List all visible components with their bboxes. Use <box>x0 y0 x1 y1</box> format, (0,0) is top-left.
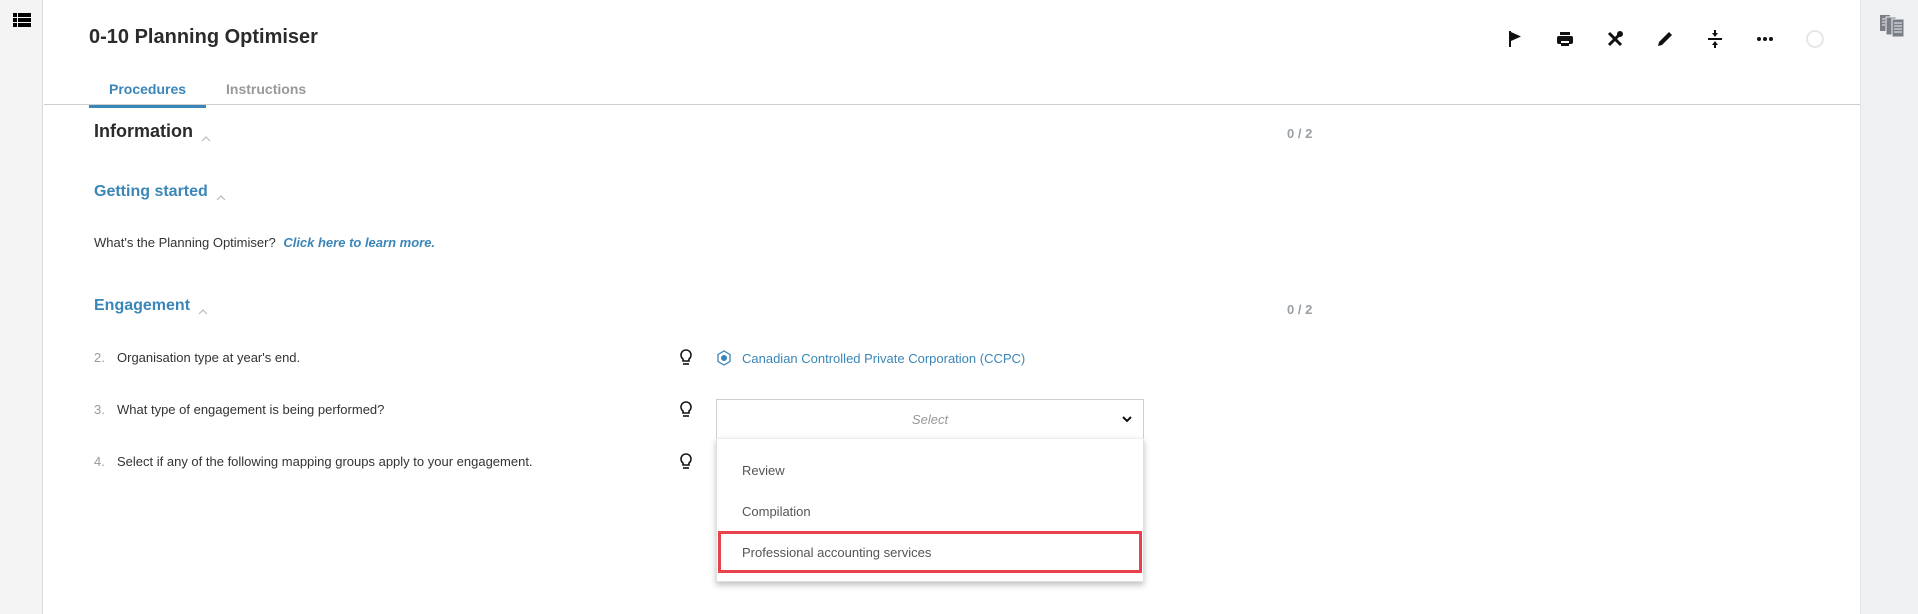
section-information-header[interactable]: Information <box>94 121 211 142</box>
lightbulb-icon[interactable] <box>678 452 694 470</box>
section-engagement-header[interactable]: Engagement <box>94 297 208 315</box>
collapse-icon <box>1708 30 1722 48</box>
right-rail <box>1860 0 1918 614</box>
chevron-up-icon[interactable] <box>201 134 211 142</box>
question-text: Organisation type at year's end. <box>117 350 301 365</box>
flag-button[interactable] <box>1490 26 1540 52</box>
tab-divider <box>44 104 1860 105</box>
select-placeholder: Select <box>911 411 949 427</box>
question-number: 2. <box>94 350 105 365</box>
question-row: 2. Organisation type at year's end. <box>94 350 300 365</box>
documents-icon[interactable] <box>1879 14 1907 38</box>
page-title: 0-10 Planning Optimiser <box>89 26 318 48</box>
more-button[interactable] <box>1740 26 1790 52</box>
status-button[interactable] <box>1790 26 1840 52</box>
engagement-type-select[interactable]: Select <box>716 399 1144 438</box>
dropdown-option-review[interactable]: Review <box>718 449 1142 491</box>
tools-icon <box>1607 31 1623 47</box>
section-counter: 0 / 2 <box>1287 126 1313 141</box>
section-counter: 0 / 2 <box>1287 302 1313 317</box>
lightbulb-icon[interactable] <box>678 400 694 418</box>
toolbar <box>1490 26 1840 52</box>
left-rail <box>0 0 43 614</box>
engagement-type-dropdown: Review Compilation Professional accounti… <box>716 438 1144 582</box>
collapse-button[interactable] <box>1690 26 1740 52</box>
flag-icon <box>1509 31 1521 47</box>
print-button[interactable] <box>1540 26 1590 52</box>
status-circle-icon <box>1806 30 1824 48</box>
ccpc-answer[interactable]: Canadian Controlled Private Corporation … <box>716 350 1025 366</box>
question-number: 3. <box>94 402 105 417</box>
question-number: 4. <box>94 454 105 469</box>
section-title: Information <box>94 121 193 141</box>
answer-text: Canadian Controlled Private Corporation … <box>742 350 1026 366</box>
lightbulb-icon[interactable] <box>678 348 694 366</box>
dropdown-option-professional-accounting-services[interactable]: Professional accounting services <box>718 531 1142 573</box>
question-row: 4. Select if any of the following mappin… <box>94 454 533 469</box>
question-row: 3. What type of engagement is being perf… <box>94 402 384 417</box>
section-title: Engagement <box>94 297 191 314</box>
question-text: What type of engagement is being perform… <box>117 402 385 417</box>
question-text: Select if any of the following mapping g… <box>117 454 533 469</box>
chevron-up-icon[interactable] <box>198 307 208 315</box>
edit-button[interactable] <box>1640 26 1690 52</box>
section-title: Getting started <box>94 183 208 200</box>
print-icon <box>1557 32 1573 46</box>
more-icon <box>1757 37 1773 41</box>
tools-button[interactable] <box>1590 26 1640 52</box>
pencil-icon <box>1658 32 1672 46</box>
section-getting-started-header[interactable]: Getting started <box>94 183 226 201</box>
intro-question: What's the Planning Optimiser? <box>94 235 276 250</box>
learn-more-link[interactable]: Click here to learn more. <box>283 235 435 250</box>
chevron-up-icon[interactable] <box>216 193 226 201</box>
list-menu-icon[interactable] <box>13 13 31 27</box>
dropdown-option-compilation[interactable]: Compilation <box>718 490 1142 532</box>
intro-text: What's the Planning Optimiser? Click her… <box>94 235 435 250</box>
radio-selected-icon <box>717 350 731 366</box>
main-panel: 0-10 Planning Optimiser Procedures Instr… <box>44 0 1860 614</box>
chevron-down-icon <box>1122 416 1132 423</box>
